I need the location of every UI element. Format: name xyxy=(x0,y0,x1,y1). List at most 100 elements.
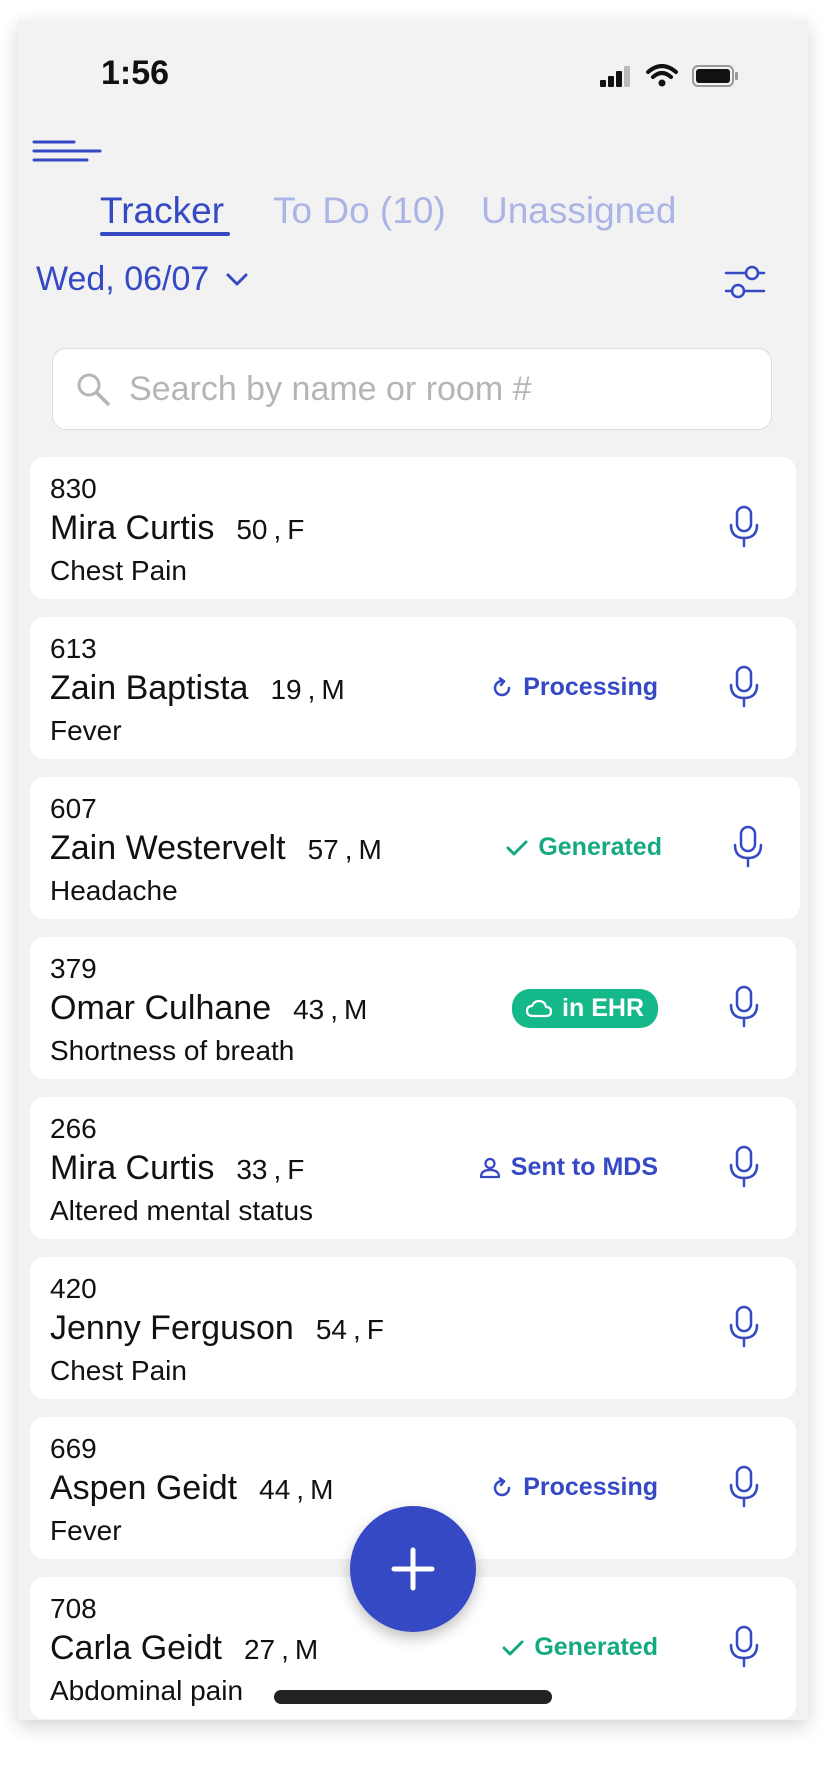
user-icon xyxy=(479,1157,500,1178)
battery-icon xyxy=(692,65,738,87)
patient-card[interactable]: 607 Zain Westervelt 57 , M Headache Gene… xyxy=(30,777,800,919)
status-generated: Generated xyxy=(506,833,662,862)
age-sex-separator: , xyxy=(273,514,282,545)
patient-name-line: Carla Geidt 27 , M xyxy=(50,1629,318,1668)
status-label: Processing xyxy=(523,673,658,701)
patient-sex: M xyxy=(310,1474,334,1505)
status-label: Sent to MDS xyxy=(510,1153,658,1181)
status-label: Processing xyxy=(523,1473,658,1501)
chevron-down-icon xyxy=(226,273,248,285)
status-bar: 1:56 xyxy=(18,20,808,120)
patient-sex: F xyxy=(366,1314,384,1345)
chief-complaint: Chest Pain xyxy=(50,555,187,586)
age-sex-separator: , xyxy=(273,1154,282,1185)
tab-to-do[interactable]: To Do (10) xyxy=(273,190,446,232)
tab-bar: Tracker To Do (10) Unassigned xyxy=(18,190,808,260)
status-label: in EHR xyxy=(562,994,644,1022)
patient-card[interactable]: 379 Omar Culhane 43 , M Shortness of bre… xyxy=(30,937,796,1079)
age-sex-separator: , xyxy=(344,834,353,865)
mic-icon[interactable] xyxy=(728,1465,760,1509)
room-number: 266 xyxy=(50,1113,97,1144)
patient-name-line: Aspen Geidt 44 , M xyxy=(50,1469,333,1508)
patient-name: Zain Baptista xyxy=(50,669,249,707)
patient-age: 57 xyxy=(307,834,339,865)
refresh-icon xyxy=(493,1476,511,1496)
room-number: 708 xyxy=(50,1593,97,1624)
patient-card[interactable]: 420 Jenny Ferguson 54 , F Chest Pain xyxy=(30,1257,796,1399)
mic-icon[interactable] xyxy=(728,1625,760,1669)
patient-name-line: Mira Curtis 50 , F xyxy=(50,509,304,548)
mic-icon[interactable] xyxy=(728,665,760,709)
mic-icon[interactable] xyxy=(728,505,760,549)
room-number: 379 xyxy=(50,953,97,984)
chief-complaint: Fever xyxy=(50,715,122,746)
check-icon xyxy=(506,840,528,855)
patient-card[interactable]: 613 Zain Baptista 19 , M Fever Processin… xyxy=(30,617,796,759)
chief-complaint: Fever xyxy=(50,1515,122,1546)
chief-complaint: Headache xyxy=(50,875,178,906)
status-in-ehr-badge: in EHR xyxy=(512,989,658,1028)
patient-card[interactable]: 266 Mira Curtis 33 , F Altered mental st… xyxy=(30,1097,796,1239)
room-number: 613 xyxy=(50,633,97,664)
signal-icon xyxy=(600,66,630,87)
patient-age: 44 xyxy=(259,1474,291,1505)
status-icons xyxy=(600,64,740,88)
patient-age: 33 xyxy=(236,1154,268,1185)
patient-sex: M xyxy=(294,1634,319,1665)
patient-sex: M xyxy=(358,834,382,865)
mic-icon[interactable] xyxy=(728,1145,760,1189)
patient-name: Jenny Ferguson xyxy=(50,1309,294,1347)
status-sent-to-mds: Sent to MDS xyxy=(479,1153,658,1182)
add-patient-button[interactable] xyxy=(350,1506,476,1632)
patient-name-line: Zain Westervelt 57 , M xyxy=(50,829,382,868)
status-generated: Generated xyxy=(502,1633,658,1662)
search-input[interactable] xyxy=(127,368,731,410)
patient-name: Mira Curtis xyxy=(50,509,215,547)
patient-name-line: Omar Culhane 43 , M xyxy=(50,989,367,1028)
age-sex-separator: , xyxy=(281,1634,289,1665)
patient-name: Mira Curtis xyxy=(50,1149,215,1187)
patient-name: Omar Culhane xyxy=(50,989,272,1027)
cloud-icon xyxy=(526,999,553,1017)
phone-screen: 1:56 Tracker To Do (10) Unassigned Wed, … xyxy=(18,20,808,1720)
mic-icon[interactable] xyxy=(732,825,764,869)
patient-name: Carla Geidt xyxy=(50,1629,222,1667)
age-sex-separator: , xyxy=(352,1314,361,1345)
filter-icon[interactable] xyxy=(724,263,766,303)
status-label: Generated xyxy=(538,833,662,861)
plus-icon xyxy=(391,1547,435,1591)
chief-complaint: Altered mental status xyxy=(50,1195,314,1226)
room-number: 607 xyxy=(50,793,97,824)
patient-sex: F xyxy=(287,1154,305,1185)
patient-name: Zain Westervelt xyxy=(50,829,286,867)
status-time: 1:56 xyxy=(101,54,170,92)
patient-card[interactable]: 830 Mira Curtis 50 , F Chest Pain xyxy=(30,457,796,599)
chief-complaint: Shortness of breath xyxy=(50,1035,295,1066)
room-number: 669 xyxy=(50,1433,97,1464)
menu-icon[interactable] xyxy=(32,130,102,180)
home-indicator[interactable] xyxy=(274,1690,552,1704)
patient-name: Aspen Geidt xyxy=(50,1469,238,1507)
date-label: Wed, 06/07 xyxy=(36,260,210,298)
patient-sex: F xyxy=(287,514,305,545)
patient-sex: M xyxy=(344,994,368,1025)
patient-name-line: Jenny Ferguson 54 , F xyxy=(50,1309,384,1348)
patient-age: 54 xyxy=(315,1314,347,1345)
tab-unassigned[interactable]: Unassigned xyxy=(481,190,676,232)
search-box xyxy=(52,348,772,430)
patient-name-line: Mira Curtis 33 , F xyxy=(50,1149,304,1188)
age-sex-separator: , xyxy=(330,994,339,1025)
mic-icon[interactable] xyxy=(728,1305,760,1349)
patient-name-line: Zain Baptista 19 , M xyxy=(50,669,345,708)
tab-tracker[interactable]: Tracker xyxy=(100,190,224,232)
patient-sex: M xyxy=(321,674,345,705)
search-icon xyxy=(77,373,110,406)
chief-complaint: Chest Pain xyxy=(50,1355,187,1386)
date-selector[interactable]: Wed, 06/07 xyxy=(36,260,249,299)
status-label: Generated xyxy=(534,1633,658,1661)
age-sex-separator: , xyxy=(307,674,316,705)
patient-age: 50 xyxy=(236,514,268,545)
mic-icon[interactable] xyxy=(728,985,760,1029)
chief-complaint: Abdominal pain xyxy=(50,1675,244,1706)
patient-age: 27 xyxy=(243,1634,276,1665)
